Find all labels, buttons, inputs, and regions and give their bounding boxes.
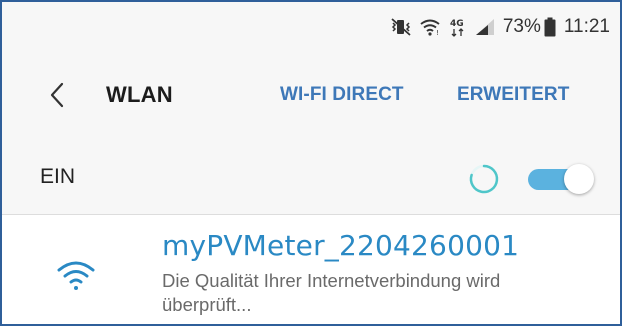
wifi-status-icon: ! [419, 18, 441, 36]
page-title: WLAN [106, 82, 173, 107]
loading-spinner-icon [468, 163, 500, 200]
wifi-toggle-label: EIN [40, 165, 76, 188]
wifi-signal-icon [56, 259, 96, 296]
battery-group: 73% [503, 16, 556, 38]
tab-wifi-direct[interactable]: WI-FI DIRECT [280, 84, 404, 106]
tab-erweitert[interactable]: ERWEITERT [457, 84, 569, 106]
battery-percent: 73% [502, 16, 541, 37]
switch-thumb [564, 164, 594, 194]
wifi-toggle-row[interactable]: EIN [2, 142, 620, 214]
network-status: Die Qualität Ihrer Internetverbindung wi… [162, 270, 501, 315]
mute-icon [391, 18, 411, 36]
network-type-label: 4G [450, 19, 464, 29]
wifi-switch[interactable] [528, 164, 596, 194]
network-list-item[interactable]: myPVMeter_2204260001 Die Qualität Ihrer … [2, 215, 620, 324]
app-header: WLAN WI-FI DIRECT ERWEITERT [2, 52, 620, 142]
status-bar: ! 4G 73% 11:21 [2, 2, 620, 52]
network-type-icon: 4G [449, 17, 467, 37]
clock: 11:21 [563, 16, 610, 37]
status-icons: ! 4G 73% 11:21 [391, 16, 610, 38]
network-name: myPVMeter_2204260001 [162, 229, 520, 262]
chevron-left-icon [50, 82, 64, 108]
signal-icon [475, 18, 495, 36]
settings-screen: ! 4G 73% 11:21 WLAN WI-FI DIRECT ERWEITE… [0, 0, 622, 326]
battery-icon [544, 17, 556, 37]
svg-text:!: ! [436, 29, 439, 36]
back-button[interactable] [42, 80, 72, 110]
